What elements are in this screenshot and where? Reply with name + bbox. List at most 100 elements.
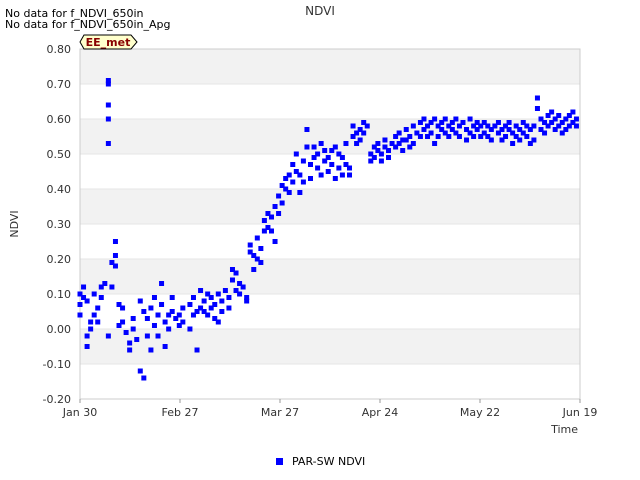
data-point [435, 134, 441, 139]
y-tick-label: -0.10 [43, 358, 71, 371]
x-axis: Jan 30 Feb 27 Mar 27 Apr 24 May 22 Jun 19 [62, 399, 597, 419]
data-point [81, 284, 87, 290]
data-point [410, 123, 416, 129]
data-point [229, 277, 235, 283]
y-axis: -0.20 -0.10 0.00 0.10 0.20 0.30 0.40 0.50 0.60 0.… [43, 43, 71, 406]
data-point [272, 204, 278, 209]
data-point [464, 137, 470, 143]
data-point [233, 270, 239, 276]
data-point [290, 179, 296, 185]
y-axis-label: NDVI [8, 210, 21, 237]
data-point [112, 263, 118, 269]
ndvi-chart: -0.20 -0.10 0.00 0.10 0.20 0.30 0.40 0.50 0.60 0.… [8, 4, 597, 436]
data-point [258, 246, 264, 251]
y-tick-label: 0.40 [47, 183, 72, 196]
data-point [339, 155, 345, 160]
data-point [573, 123, 579, 129]
data-point [84, 344, 90, 349]
data-point [148, 305, 154, 311]
data-point [141, 309, 147, 314]
data-point [378, 158, 384, 164]
data-point [286, 172, 292, 178]
data-point [176, 312, 182, 318]
data-point [307, 162, 313, 167]
data-point [201, 298, 207, 304]
data-point [151, 295, 157, 300]
data-point [375, 141, 381, 146]
data-point [215, 319, 221, 325]
data-point [315, 151, 321, 157]
data-point [162, 344, 168, 349]
data-point [488, 137, 494, 143]
data-point [120, 319, 126, 325]
data-point [190, 295, 196, 300]
data-point [347, 165, 353, 171]
data-point [127, 340, 133, 346]
data-point [534, 106, 540, 111]
data-point [300, 158, 306, 164]
data-point [159, 281, 165, 286]
y-tick-label: 0.10 [47, 288, 72, 301]
data-point [510, 141, 516, 146]
data-point [347, 172, 353, 178]
data-point [556, 113, 562, 118]
data-point [432, 141, 438, 146]
data-point [300, 179, 306, 185]
data-point [127, 347, 133, 353]
data-point [205, 312, 211, 318]
ee-met-badge-label: EE_met [86, 36, 131, 49]
data-point [531, 137, 537, 143]
data-point [517, 137, 523, 143]
data-point [95, 305, 101, 311]
y-tick-label: 0.80 [47, 43, 72, 56]
data-point [215, 291, 221, 297]
data-point [91, 291, 97, 297]
data-point [318, 141, 324, 146]
y-tick-label: -0.20 [43, 393, 71, 406]
data-point [386, 155, 392, 160]
x-tick-label: Jan 30 [62, 406, 97, 419]
data-point [84, 333, 90, 339]
data-point [134, 337, 140, 342]
data-point [194, 347, 200, 353]
data-point [307, 176, 313, 181]
data-point [460, 120, 466, 125]
data-point [322, 148, 328, 153]
data-point [212, 302, 218, 307]
data-point [297, 190, 303, 195]
data-point [77, 312, 83, 318]
data-point [318, 172, 324, 178]
data-point [219, 309, 225, 314]
data-point [112, 253, 118, 258]
legend-swatch [276, 458, 283, 465]
data-point [187, 302, 193, 307]
data-point [105, 333, 111, 339]
data-point [109, 284, 115, 290]
data-point [112, 239, 118, 244]
grid-band [80, 49, 580, 84]
data-point [456, 134, 462, 139]
data-point [247, 242, 253, 248]
data-point [276, 193, 282, 199]
y-tick-label: 0.20 [47, 253, 72, 266]
chart-title: NDVI [305, 4, 335, 18]
data-point [226, 305, 232, 311]
data-point [315, 165, 321, 171]
data-point [549, 109, 555, 115]
data-point [98, 295, 104, 300]
data-point [180, 319, 186, 325]
data-point [471, 134, 477, 139]
data-point [162, 319, 168, 325]
data-point [251, 267, 257, 272]
x-axis-label: Time [550, 423, 578, 436]
data-point [293, 151, 299, 157]
legend-label: PAR-SW NDVI [292, 455, 366, 468]
data-point [244, 295, 250, 300]
data-point [407, 134, 413, 139]
data-point [144, 316, 150, 321]
data-point [137, 298, 143, 304]
data-point [268, 214, 274, 220]
y-tick-label: 0.50 [47, 148, 72, 161]
data-point [357, 137, 363, 143]
y-tick-label: 0.70 [47, 78, 72, 91]
